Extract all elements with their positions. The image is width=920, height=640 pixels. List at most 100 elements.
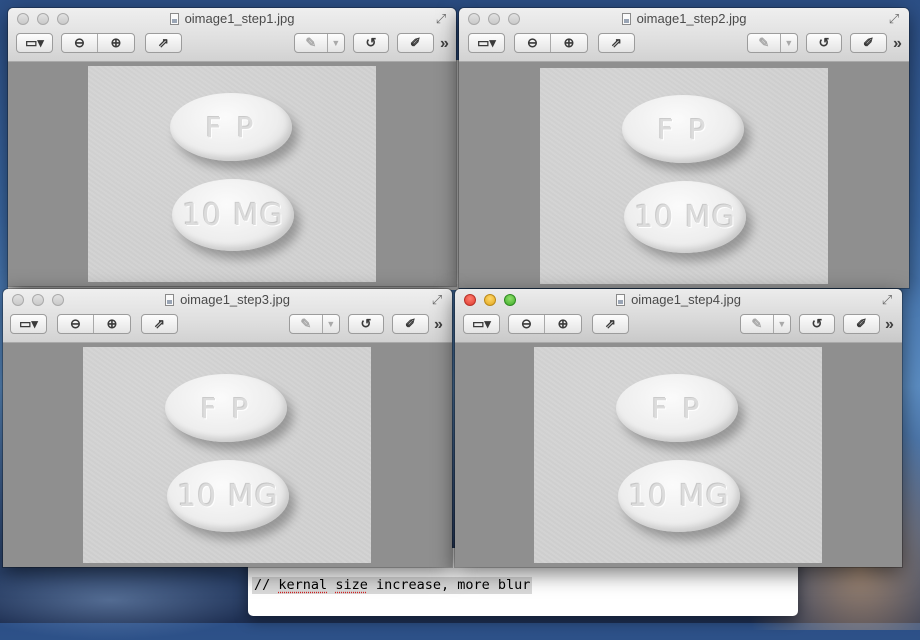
zoom-control[interactable]: ⊖ ⊕	[508, 314, 582, 334]
markup-pen-icon: ✎	[751, 316, 763, 331]
edit-icon: ✐	[405, 316, 416, 331]
edit-icon: ✐	[856, 316, 867, 331]
share-button[interactable]: ⇗	[145, 33, 182, 53]
code-line[interactable]: // kernal size increase, more blur	[252, 577, 533, 594]
pill-bottom: 10 MG	[624, 181, 746, 253]
markup-pen-icon: ✎	[300, 316, 312, 331]
chevron-down-icon: ▼	[779, 34, 797, 52]
zoom-in-icon[interactable]: ⊕	[550, 34, 587, 52]
pill-photo: F P 10 MG	[88, 66, 376, 282]
edit-button[interactable]: ✐	[392, 314, 429, 334]
misspelled-word: size	[335, 577, 368, 593]
share-button[interactable]: ⇗	[141, 314, 178, 334]
edit-button[interactable]: ✐	[850, 33, 887, 53]
image-view: F P 10 MG	[3, 343, 452, 567]
desktop-glow	[0, 560, 260, 640]
fullscreen-icon[interactable]: ⤢	[880, 293, 894, 307]
fullscreen-icon[interactable]: ⤢	[430, 293, 444, 307]
more-chevron-icon[interactable]: »	[893, 35, 902, 53]
more-chevron-icon[interactable]: »	[434, 316, 443, 334]
title-bar[interactable]: oimage1_step1.jpg ⤢ ▭▾ ⊖ ⊕ ⇗ ✎ ▼ ↺ ✐ »	[8, 8, 456, 62]
edit-icon: ✐	[863, 35, 874, 50]
title-bar[interactable]: oimage1_step2.jpg ⤢ ▭▾ ⊖ ⊕ ⇗ ✎ ▼ ↺ ✐ »	[459, 8, 909, 62]
jpg-file-icon	[169, 13, 179, 25]
image-view: F P 10 MG	[455, 343, 902, 567]
preview-window-step2[interactable]: oimage1_step2.jpg ⤢ ▭▾ ⊖ ⊕ ⇗ ✎ ▼ ↺ ✐ » F…	[459, 8, 909, 288]
markup-pen-icon: ✎	[758, 35, 770, 50]
chevron-down-icon: ▼	[326, 34, 344, 52]
jpg-file-icon	[616, 294, 626, 306]
window-title: oimage1_step2.jpg	[459, 11, 909, 27]
rotate-icon: ↺	[360, 316, 372, 331]
rotate-icon: ↺	[818, 35, 830, 50]
pill-top: F P	[622, 95, 744, 163]
zoom-in-icon[interactable]: ⊕	[544, 315, 581, 333]
jpg-file-icon	[621, 13, 631, 25]
image-view: F P 10 MG	[459, 62, 909, 288]
pill-top: F P	[170, 93, 292, 161]
sidebar-icon: ▭▾	[477, 35, 496, 50]
markup-pen-icon: ✎	[305, 35, 317, 50]
share-icon: ⇗	[611, 35, 622, 50]
fullscreen-icon[interactable]: ⤢	[434, 12, 448, 26]
title-bar[interactable]: oimage1_step3.jpg ⤢ ▭▾ ⊖ ⊕ ⇗ ✎ ▼ ↺ ✐ »	[3, 289, 452, 343]
sidebar-button[interactable]: ▭▾	[463, 314, 500, 334]
fullscreen-icon[interactable]: ⤢	[887, 12, 901, 26]
misspelled-word: kernal	[278, 577, 328, 593]
share-icon: ⇗	[154, 316, 165, 331]
share-button[interactable]: ⇗	[592, 314, 629, 334]
zoom-control[interactable]: ⊖ ⊕	[514, 33, 588, 53]
sidebar-icon: ▭▾	[472, 316, 491, 331]
more-chevron-icon[interactable]: »	[885, 316, 894, 334]
edit-button[interactable]: ✐	[397, 33, 434, 53]
rotate-button[interactable]: ↺	[353, 33, 389, 53]
pill-photo: F P 10 MG	[534, 347, 822, 563]
zoom-control[interactable]: ⊖ ⊕	[57, 314, 131, 334]
more-chevron-icon[interactable]: »	[440, 35, 449, 53]
share-icon: ⇗	[158, 35, 169, 50]
preview-window-step3[interactable]: oimage1_step3.jpg ⤢ ▭▾ ⊖ ⊕ ⇗ ✎ ▼ ↺ ✐ » F…	[3, 289, 452, 567]
edit-icon: ✐	[410, 35, 421, 50]
rotate-button[interactable]: ↺	[806, 33, 842, 53]
image-view: F P 10 MG	[8, 62, 456, 286]
zoom-in-icon[interactable]: ⊕	[97, 34, 134, 52]
pill-top: F P	[616, 374, 738, 442]
zoom-control[interactable]: ⊖ ⊕	[61, 33, 135, 53]
preview-window-step4[interactable]: oimage1_step4.jpg ⤢ ▭▾ ⊖ ⊕ ⇗ ✎ ▼ ↺ ✐ » F…	[455, 289, 902, 567]
window-title: oimage1_step1.jpg	[8, 11, 456, 27]
sidebar-button[interactable]: ▭▾	[468, 33, 505, 53]
pill-bottom: 10 MG	[172, 179, 294, 251]
chevron-down-icon: ▼	[321, 315, 339, 333]
rotate-icon: ↺	[811, 316, 823, 331]
sidebar-icon: ▭▾	[25, 35, 44, 50]
markup-button[interactable]: ✎ ▼	[289, 314, 340, 334]
rotate-button[interactable]: ↺	[799, 314, 835, 334]
zoom-out-icon[interactable]: ⊖	[509, 315, 544, 333]
zoom-out-icon[interactable]: ⊖	[58, 315, 93, 333]
markup-button[interactable]: ✎ ▼	[294, 33, 345, 53]
markup-button[interactable]: ✎ ▼	[740, 314, 791, 334]
sidebar-button[interactable]: ▭▾	[16, 33, 53, 53]
pill-bottom: 10 MG	[618, 460, 740, 532]
edit-button[interactable]: ✐	[843, 314, 880, 334]
pill-top: F P	[165, 374, 287, 442]
zoom-in-icon[interactable]: ⊕	[93, 315, 130, 333]
pill-photo: F P 10 MG	[540, 68, 828, 284]
sidebar-icon: ▭▾	[19, 316, 38, 331]
pill-bottom: 10 MG	[167, 460, 289, 532]
zoom-out-icon[interactable]: ⊖	[62, 34, 97, 52]
chevron-down-icon: ▼	[772, 315, 790, 333]
window-title: oimage1_step3.jpg	[3, 292, 452, 308]
preview-window-step1[interactable]: oimage1_step1.jpg ⤢ ▭▾ ⊖ ⊕ ⇗ ✎ ▼ ↺ ✐ » F…	[8, 8, 456, 286]
share-icon: ⇗	[605, 316, 616, 331]
window-title: oimage1_step4.jpg	[455, 292, 902, 308]
rotate-icon: ↺	[365, 35, 377, 50]
markup-button[interactable]: ✎ ▼	[747, 33, 798, 53]
zoom-out-icon[interactable]: ⊖	[515, 34, 550, 52]
share-button[interactable]: ⇗	[598, 33, 635, 53]
jpg-file-icon	[165, 294, 175, 306]
rotate-button[interactable]: ↺	[348, 314, 384, 334]
title-bar[interactable]: oimage1_step4.jpg ⤢ ▭▾ ⊖ ⊕ ⇗ ✎ ▼ ↺ ✐ »	[455, 289, 902, 343]
sidebar-button[interactable]: ▭▾	[10, 314, 47, 334]
pill-photo: F P 10 MG	[83, 347, 371, 563]
